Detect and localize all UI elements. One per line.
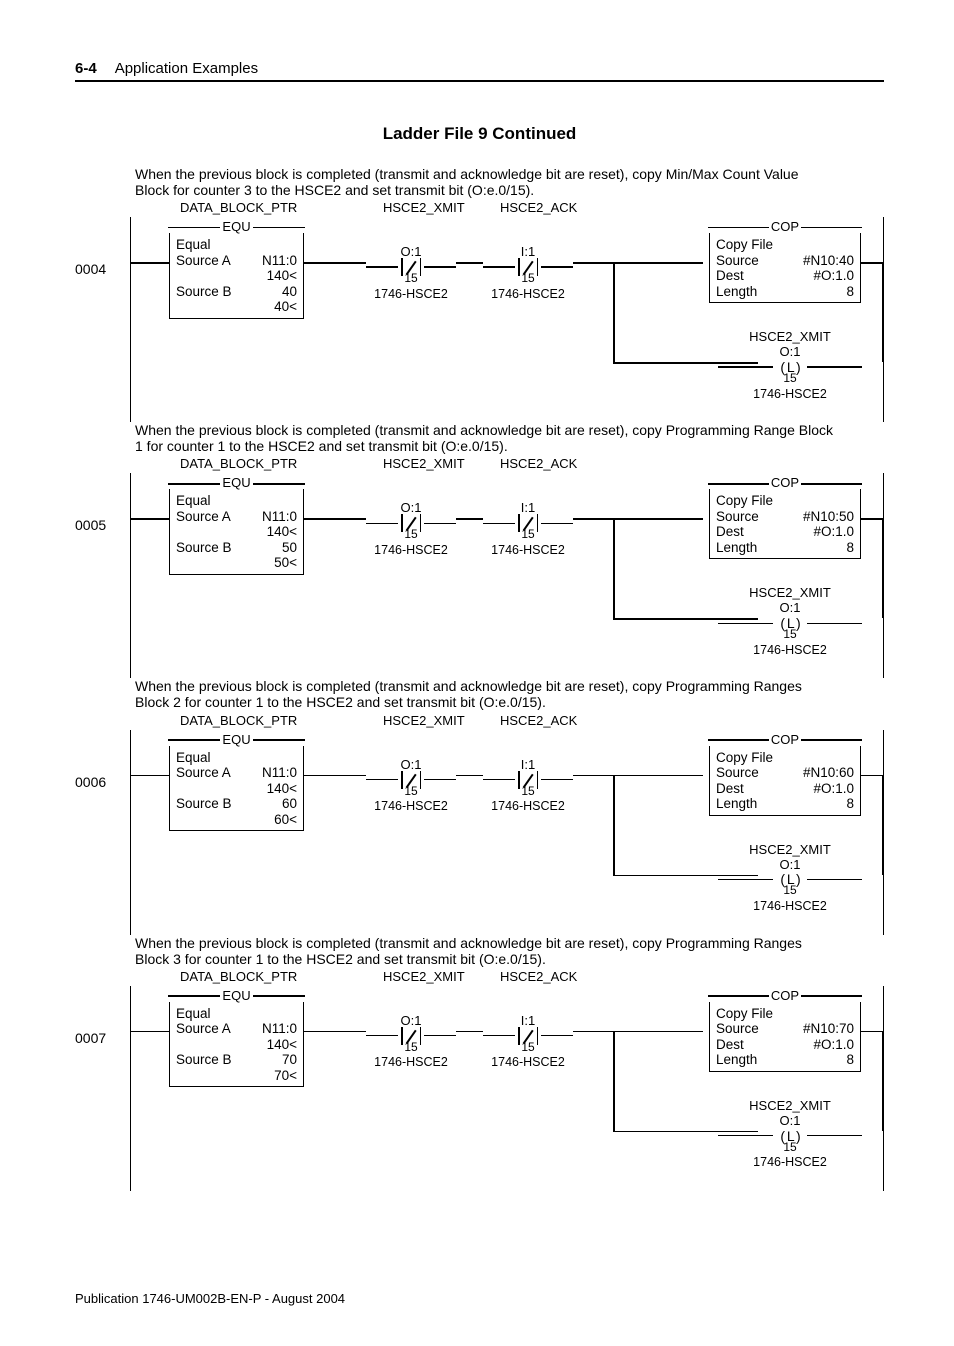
xio-contact-ack: I:1151746-HSCE2: [483, 1014, 573, 1070]
ladder-rung: 0005 EQUEqualSource AN11:0140<Source B505…: [75, 473, 884, 678]
xio-contact-xmit: O:1151746-HSCE2: [366, 245, 456, 301]
rung-number: 0005: [75, 517, 106, 533]
ladder-rung: 0006 EQUEqualSource AN11:0140<Source B606…: [75, 730, 884, 935]
otl-coil-xmit: HSCE2_XMITO:1( L )151746-HSCE2: [705, 330, 875, 401]
equ-instruction: EQUEqualSource AN11:0140<Source B7070<: [169, 1002, 304, 1088]
cop-instruction: COPCopy FileSource#N10:60Dest#O:1.0Lengt…: [709, 746, 861, 816]
rung-number: 0006: [75, 774, 106, 790]
otl-coil-xmit: HSCE2_XMITO:1( L )151746-HSCE2: [705, 1099, 875, 1170]
page-header: 6-4 Application Examples: [75, 60, 884, 82]
equ-instruction: EQUEqualSource AN11:0140<Source B6060<: [169, 746, 304, 832]
row-labels: DATA_BLOCK_PTRHSCE2_XMITHSCE2_ACK: [135, 201, 884, 217]
xio-contact-xmit: O:1151746-HSCE2: [366, 758, 456, 814]
xio-contact-ack: I:1151746-HSCE2: [483, 758, 573, 814]
ladder-rung: 0004 EQUEqualSource AN11:0140<Source B404…: [75, 217, 884, 422]
row-labels: DATA_BLOCK_PTRHSCE2_XMITHSCE2_ACK: [135, 970, 884, 986]
cop-instruction: COPCopy FileSource#N10:70Dest#O:1.0Lengt…: [709, 1002, 861, 1072]
ladder-diagram: When the previous block is completed (tr…: [75, 166, 884, 1191]
rung-comment: When the previous block is completed (tr…: [135, 678, 835, 710]
row-labels: DATA_BLOCK_PTRHSCE2_XMITHSCE2_ACK: [135, 457, 884, 473]
page-number: 6-4: [75, 60, 97, 77]
publication-footer: Publication 1746-UM002B-EN-P - August 20…: [75, 1291, 884, 1306]
rung-comment: When the previous block is completed (tr…: [135, 422, 835, 454]
otl-coil-xmit: HSCE2_XMITO:1( L )151746-HSCE2: [705, 586, 875, 657]
rung-comment: When the previous block is completed (tr…: [135, 166, 835, 198]
xio-contact-ack: I:1151746-HSCE2: [483, 245, 573, 301]
rung-number: 0007: [75, 1030, 106, 1046]
row-labels: DATA_BLOCK_PTRHSCE2_XMITHSCE2_ACK: [135, 714, 884, 730]
cop-instruction: COPCopy FileSource#N10:50Dest#O:1.0Lengt…: [709, 489, 861, 559]
equ-instruction: EQUEqualSource AN11:0140<Source B4040<: [169, 233, 304, 319]
rung-comment: When the previous block is completed (tr…: [135, 935, 835, 967]
equ-instruction: EQUEqualSource AN11:0140<Source B5050<: [169, 489, 304, 575]
xio-contact-xmit: O:1151746-HSCE2: [366, 501, 456, 557]
ladder-rung: 0007 EQUEqualSource AN11:0140<Source B707…: [75, 986, 884, 1191]
xio-contact-xmit: O:1151746-HSCE2: [366, 1014, 456, 1070]
cop-instruction: COPCopy FileSource#N10:40Dest#O:1.0Lengt…: [709, 233, 861, 303]
section-title: Application Examples: [115, 60, 258, 77]
rung-number: 0004: [75, 261, 106, 277]
xio-contact-ack: I:1151746-HSCE2: [483, 501, 573, 557]
otl-coil-xmit: HSCE2_XMITO:1( L )151746-HSCE2: [705, 843, 875, 914]
diagram-title: Ladder File 9 Continued: [75, 124, 884, 144]
